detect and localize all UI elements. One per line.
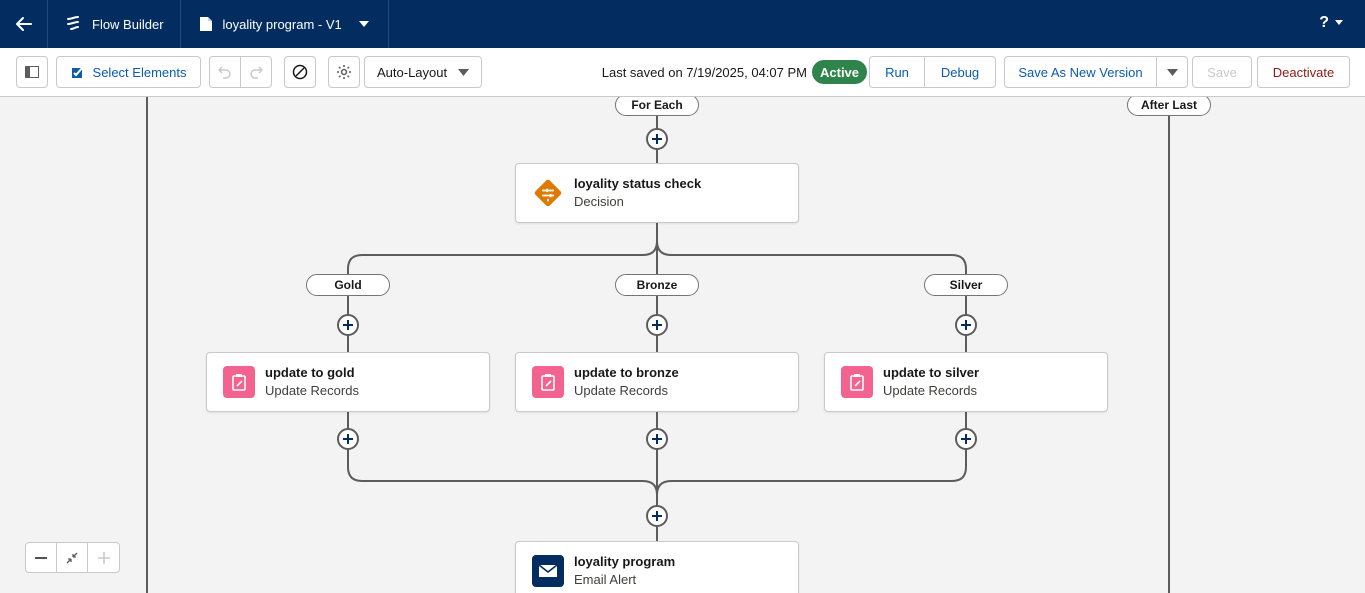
toolbar: Select Elements Auto-Layout Last saved o…: [0, 48, 1365, 97]
minus-icon: [35, 556, 47, 559]
flow-canvas[interactable]: For Each After Last loyality status chec…: [0, 97, 1365, 593]
outcome-label-silver[interactable]: Silver: [924, 274, 1008, 296]
save-label: Save: [1207, 64, 1237, 80]
email-alert-card[interactable]: loyality program Email Alert: [515, 541, 799, 593]
plus-icon: [961, 320, 971, 330]
redo-icon: [250, 66, 263, 79]
add-element-button[interactable]: [337, 428, 359, 450]
zoom-in-button[interactable]: [88, 543, 119, 572]
update-records-icon: [532, 366, 564, 398]
zoom-controls: [25, 542, 120, 573]
add-element-button[interactable]: [646, 428, 668, 450]
plus-icon: [652, 434, 662, 444]
outcome-label-bronze[interactable]: Bronze: [615, 274, 699, 296]
chevron-down-icon: [358, 21, 369, 27]
layout-select[interactable]: Auto-Layout: [364, 56, 482, 88]
file-menu[interactable]: loyality program - V1: [181, 0, 389, 48]
select-checkbox-icon: [71, 66, 84, 78]
decision-type: Decision: [574, 194, 624, 209]
add-element-button[interactable]: [646, 128, 668, 150]
save-button[interactable]: Save: [1192, 56, 1252, 88]
update-title: update to silver: [883, 365, 980, 380]
run-label: Run: [885, 64, 909, 80]
update-card-bronze[interactable]: update to bronze Update Records: [515, 352, 799, 412]
plus-icon: [97, 551, 110, 564]
select-elements-button[interactable]: Select Elements: [56, 56, 201, 88]
file-icon: [199, 17, 212, 31]
save-as-new-version-button[interactable]: Save As New Version: [1004, 56, 1157, 88]
plus-icon: [343, 320, 353, 330]
after-last-label: After Last: [1127, 97, 1211, 116]
file-name: loyality program - V1: [222, 16, 342, 32]
save-as-new-version-label: Save As New Version: [1018, 64, 1143, 80]
zoom-out-button[interactable]: [26, 543, 57, 572]
update-type: Update Records: [574, 383, 668, 398]
update-card-silver[interactable]: update to silver Update Records: [824, 352, 1108, 412]
select-elements-label: Select Elements: [92, 64, 187, 80]
redo-button[interactable]: [240, 56, 272, 88]
plus-icon: [343, 434, 353, 444]
for-each-label: For Each: [615, 97, 699, 116]
chevron-down-icon: [1166, 68, 1178, 76]
errors-button[interactable]: [284, 56, 316, 88]
back-button[interactable]: [0, 0, 48, 48]
app-name-label: Flow Builder: [92, 16, 164, 32]
gear-icon: [337, 65, 351, 79]
layout-select-value: Auto-Layout: [377, 64, 448, 80]
update-card-gold[interactable]: update to gold Update Records: [206, 352, 490, 412]
status-badge: Active: [812, 60, 868, 84]
email-type: Email Alert: [574, 572, 637, 587]
help-label: ?: [1319, 14, 1329, 31]
ban-icon: [292, 64, 308, 80]
run-button[interactable]: Run: [869, 56, 925, 88]
debug-label: Debug: [940, 64, 980, 80]
add-element-button[interactable]: [646, 505, 668, 527]
update-type: Update Records: [883, 383, 977, 398]
plus-icon: [652, 511, 662, 521]
flow-icon: [67, 16, 79, 30]
add-element-button[interactable]: [646, 314, 668, 336]
app-header: Flow Builder loyality program - V1 ?: [0, 0, 1365, 48]
update-title: update to bronze: [574, 365, 679, 380]
update-records-icon: [841, 366, 873, 398]
settings-button[interactable]: [328, 56, 360, 88]
update-type: Update Records: [265, 383, 359, 398]
undo-icon: [218, 66, 231, 79]
decision-card[interactable]: loyality status check Decision: [515, 163, 799, 223]
outcome-label-gold[interactable]: Gold: [306, 274, 390, 296]
decision-icon: [532, 177, 564, 209]
chevron-down-icon: [1335, 20, 1343, 25]
update-title: update to gold: [265, 365, 355, 380]
deactivate-button[interactable]: Deactivate: [1257, 56, 1350, 88]
toggle-panel-button[interactable]: [16, 56, 48, 88]
add-element-button[interactable]: [955, 314, 977, 336]
panel-icon: [25, 66, 39, 78]
chevron-down-icon: [458, 68, 469, 76]
contract-icon: [66, 552, 78, 563]
save-options-button[interactable]: [1156, 56, 1188, 88]
help-menu[interactable]: ?: [1319, 14, 1343, 32]
add-element-button[interactable]: [337, 314, 359, 336]
last-saved-text: Last saved on 7/19/2025, 04:07 PM: [601, 65, 807, 80]
debug-button[interactable]: Debug: [924, 56, 996, 88]
fit-view-button[interactable]: [57, 543, 88, 572]
plus-icon: [652, 134, 662, 144]
plus-icon: [652, 320, 662, 330]
undo-button[interactable]: [209, 56, 241, 88]
add-element-button[interactable]: [955, 428, 977, 450]
plus-icon: [961, 434, 971, 444]
email-title: loyality program: [574, 554, 676, 569]
app-name: Flow Builder: [48, 0, 181, 48]
decision-title: loyality status check: [574, 176, 702, 191]
deactivate-label: Deactivate: [1272, 64, 1335, 80]
email-icon: [532, 555, 564, 587]
arrow-left-icon: [15, 17, 32, 31]
update-records-icon: [223, 366, 255, 398]
